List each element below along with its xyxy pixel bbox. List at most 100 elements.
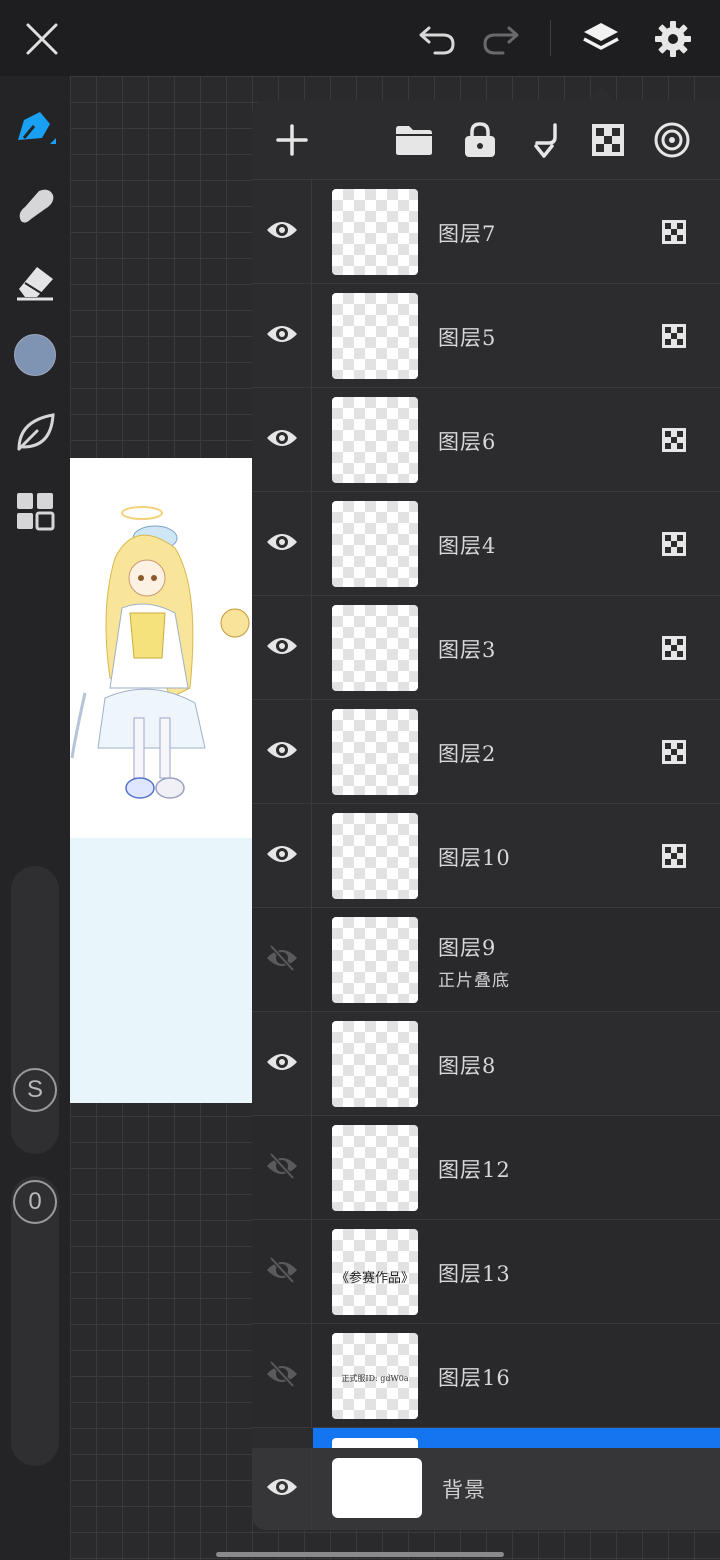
alpha-lock-icon[interactable] [662,532,686,556]
layer-name: 图层6 [438,430,497,454]
background-visibility-toggle[interactable] [252,1448,312,1530]
add-layer-icon[interactable] [270,118,314,162]
layer-blend-mode: 正片叠底 [438,971,510,991]
eraser-icon[interactable] [10,256,60,306]
layer-name: 图层7 [438,222,497,246]
alpha-lock-icon[interactable] [586,118,630,162]
layer-name: 图层4 [438,534,497,558]
layer-row[interactable]: 正式服ID: gdW0a 图层16 [252,1324,720,1428]
layer-thumbnail [332,1125,418,1211]
eye-hidden-icon [265,1152,299,1184]
alpha-lock-icon[interactable] [662,220,686,244]
alpha-lock-icon[interactable] [662,740,686,764]
layer-visibility-toggle[interactable] [252,1324,312,1428]
eye-icon [265,530,299,558]
close-icon[interactable] [19,16,65,62]
eye-icon [265,1050,299,1078]
leaf-icon[interactable] [10,406,60,456]
layer-thumbnail-text: 正式服ID: gdW0a [341,1374,409,1383]
layer-thumbnail [332,189,418,275]
left-toolbar: S 0 [0,76,70,1560]
undo-icon[interactable] [414,16,460,62]
layer-row[interactable]: 图层3 [252,596,720,700]
layer-thumbnail [332,917,418,1003]
layer-name: 图层2 [438,742,497,766]
alpha-lock-icon[interactable] [662,636,686,660]
layer-visibility-toggle[interactable] [252,284,312,388]
layer-visibility-toggle[interactable] [252,180,312,284]
layer-row[interactable]: 图层8 [252,1012,720,1116]
layer-thumbnail [332,605,418,691]
character-illustration [70,506,250,799]
layer-row[interactable]: 图层5 [252,284,720,388]
layer-visibility-toggle[interactable] [252,804,312,908]
layer-visibility-toggle[interactable] [252,1012,312,1116]
home-indicator [216,1552,504,1557]
layer-row[interactable]: 图层10 [252,804,720,908]
eye-hidden-icon [265,944,299,976]
layer-name: 图层13 [438,1262,511,1286]
layer-name: 图层5 [438,326,497,350]
alpha-lock-icon[interactable] [662,324,686,348]
grid-icon[interactable] [10,486,60,536]
layer-thumbnail [332,813,418,899]
alpha-lock-icon[interactable] [662,428,686,452]
artwork-canvas[interactable] [70,458,252,1103]
layer-name: 图层10 [438,846,511,870]
layer-row[interactable]: 图层9 正片叠底 [252,908,720,1012]
layer-thumbnail [332,293,418,379]
lock-icon[interactable] [458,118,502,162]
layer-row[interactable]: 图层12 [252,1116,720,1220]
settings-icon[interactable] [650,16,696,62]
layer-name: 图层8 [438,1054,497,1078]
layer-thumbnail [332,501,418,587]
layer-thumbnail [332,1021,418,1107]
more-icon[interactable] [650,118,694,162]
layers-icon[interactable] [578,16,624,62]
eye-icon [265,218,299,246]
layers-panel: 图层7 图层5 图层6 图层4 图层3 图层2 图层10 图层9 正片叠底图层8 图层12 《参赛作… [252,100,720,1530]
layer-row[interactable]: 图层2 [252,700,720,804]
background-layer-row[interactable]: 背景 [252,1448,720,1530]
eye-icon [265,322,299,350]
layer-row[interactable]: 图层4 [252,492,720,596]
folder-icon[interactable] [392,118,436,162]
brush-size-label: S [13,1068,57,1112]
eye-hidden-icon [265,1360,299,1392]
layer-visibility-toggle[interactable] [252,492,312,596]
eye-icon [265,1475,299,1503]
eye-icon [265,634,299,662]
layer-visibility-toggle[interactable] [252,388,312,492]
layer-row[interactable]: 图层6 [252,388,720,492]
brush-opacity-label: 0 [13,1180,57,1224]
layer-thumbnail [332,709,418,795]
color-swatch[interactable] [10,330,60,380]
layer-visibility-toggle[interactable] [252,1220,312,1324]
layer-name: 图层9 [438,936,497,960]
layer-visibility-toggle[interactable] [252,908,312,1012]
eye-icon [265,426,299,454]
layer-row[interactable]: 《参赛作品》 图层13 [252,1220,720,1324]
eye-icon [265,842,299,870]
panel-pointer [588,86,614,100]
smudge-icon[interactable] [10,180,60,230]
layer-visibility-toggle[interactable] [252,700,312,804]
pen-icon[interactable] [10,104,60,154]
layer-name: 图层3 [438,638,497,662]
eye-hidden-icon [265,1256,299,1288]
alpha-lock-icon[interactable] [662,844,686,868]
toolbar-divider [550,20,551,56]
layer-visibility-toggle[interactable] [252,1116,312,1220]
layer-row[interactable]: 图层7 [252,180,720,284]
top-bar [0,0,720,76]
layer-thumbnail [332,397,418,483]
layer-name: 图层12 [438,1158,511,1182]
layer-thumbnail: 正式服ID: gdW0a [332,1333,418,1419]
layer-name: 图层16 [438,1366,511,1390]
background-layer-thumbnail [332,1458,422,1518]
merge-down-icon[interactable] [522,118,566,162]
eye-icon [265,738,299,766]
redo-icon[interactable] [478,16,524,62]
layer-visibility-toggle[interactable] [252,596,312,700]
layers-panel-header [252,100,720,180]
